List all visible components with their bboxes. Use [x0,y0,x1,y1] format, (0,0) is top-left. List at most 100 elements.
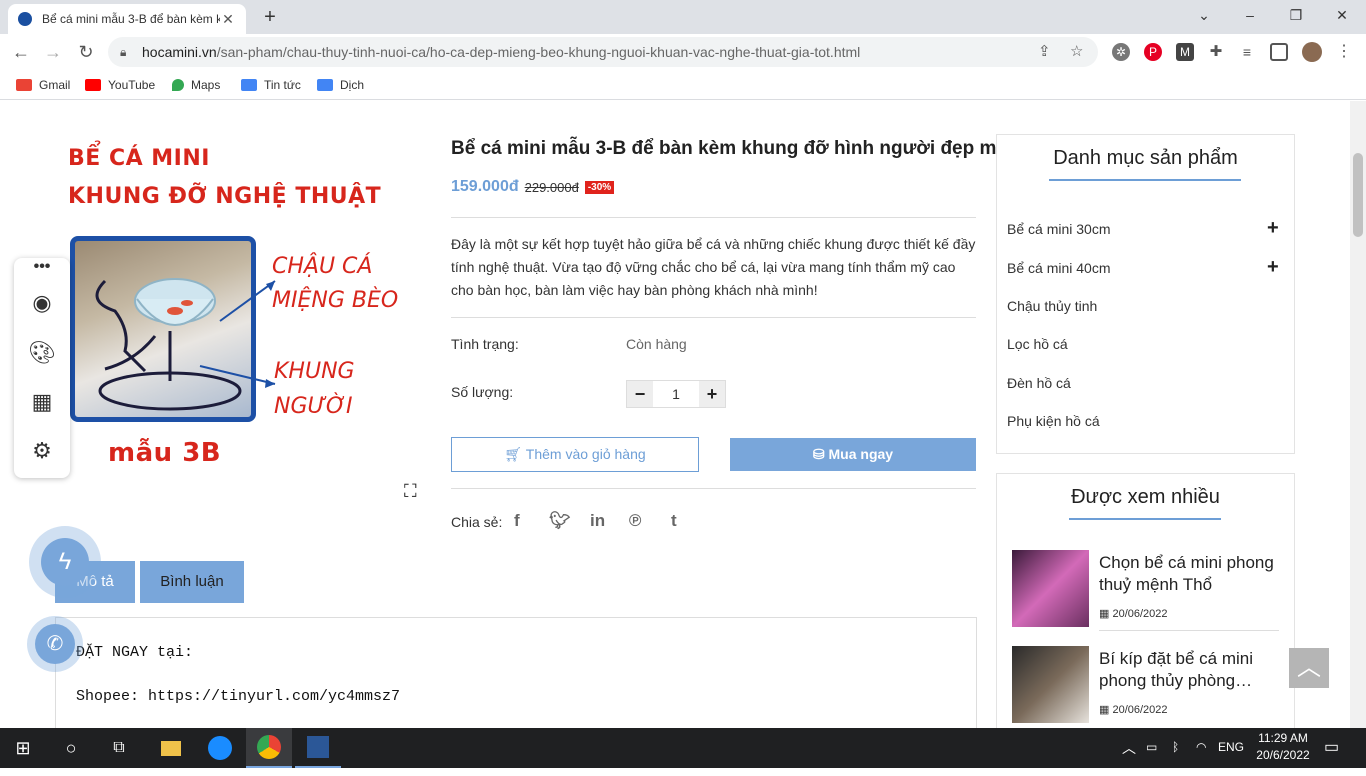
bookmark-maps[interactable]: Maps [172,76,220,94]
windows-start-icon[interactable]: ⊞ [0,728,46,768]
post-thumbnail[interactable] [1012,550,1089,627]
bookmark-star-icon[interactable]: ☆ [1070,37,1083,67]
messenger-button[interactable]: ϟ [29,526,101,598]
battery-icon[interactable]: ▭ [1146,740,1157,754]
tab-comments[interactable]: Bình luận [140,561,244,603]
label-bowl-line1: CHẬU CÁ [272,254,373,279]
grid-layout-icon[interactable]: ▦ [14,389,70,415]
language-indicator[interactable]: ENG [1218,740,1244,754]
page-scrollbar[interactable] [1350,101,1366,728]
scrollbar-thumb[interactable] [1353,153,1363,237]
floating-tools-bar: ••• ◉ 🎨︎ ▦ ⚙ [14,258,70,478]
search-circle-icon[interactable]: ○ [48,728,94,768]
scroll-to-top-button[interactable]: ︿ [1289,648,1329,688]
category-item[interactable]: Đèn hồ cá [1007,375,1071,391]
forward-arrow-icon[interactable]: → [38,37,68,67]
mail-extension-icon[interactable]: M [1176,43,1194,61]
divider [451,488,976,489]
buy-now-label: Mua ngay [828,446,894,462]
media-control-icon[interactable]: ≡ [1238,43,1256,61]
bluetooth-icon[interactable]: ᛒ [1172,740,1179,754]
browser-toolbar: ← → ↻ 🔒︎ hocamini.vn/san-pham/chau-thuy-… [0,34,1366,70]
task-view-icon[interactable]: ⧉ [96,728,142,768]
reload-icon[interactable]: ↻ [71,37,101,67]
cart-icon: 🛒︎ [504,446,523,462]
image-title-line1: BỂ CÁ MINI [68,146,210,171]
post-title[interactable]: Chọn bể cá mini phong thuỷ mệnh Thổ [1099,552,1284,596]
discount-badge: -30% [584,180,615,194]
shopee-link-text[interactable]: Shopee: https://tinyurl.com/yc4mmsz7 [76,688,400,705]
bookmark-news[interactable]: Tin tức [241,76,301,94]
bookmark-translate[interactable]: Dịch [317,76,364,94]
tab-search-chevron-icon[interactable]: ⌄ [1181,0,1227,30]
tab-title: Bể cá mini mẫu 3-B để bàn kèm khung [42,12,220,26]
new-tab-button[interactable]: + [258,4,282,30]
profile-avatar[interactable] [1302,42,1322,62]
show-hidden-icons-chevron-icon[interactable]: ︿ [1122,738,1136,758]
add-to-cart-label: Thêm vào giỏ hàng [525,446,646,462]
twitter-icon[interactable]: 🐦︎ [549,511,571,531]
category-item[interactable]: Chậu thủy tinh [1007,298,1097,314]
bookmark-gmail[interactable]: Gmail [16,76,70,94]
call-button[interactable]: ✆ [27,616,83,672]
increase-quantity-button[interactable]: + [699,381,725,407]
word-icon[interactable] [295,728,341,768]
palette-icon[interactable]: 🎨︎ [14,340,70,366]
quantity-input[interactable]: 1 [653,381,699,407]
side-panel-icon[interactable] [1270,43,1288,61]
back-arrow-icon[interactable]: ← [6,37,36,67]
bookmark-youtube[interactable]: YouTube [85,76,155,94]
description-panel: ĐẶT NGAY tại: Shopee: https://tinyurl.co… [55,617,977,728]
quantity-label: Số lượng: [451,384,514,400]
extension-gear-icon[interactable]: ✲ [1112,43,1130,61]
zalo-icon[interactable] [197,728,243,768]
wifi-icon[interactable]: ◠ [1196,740,1206,754]
browser-tab[interactable]: Bể cá mini mẫu 3-B để bàn kèm khung ✕ [8,4,246,34]
notifications-icon[interactable]: ▭ [1324,737,1339,757]
decrease-quantity-button[interactable]: − [627,381,653,407]
extensions-puzzle-icon[interactable]: ✚ [1207,43,1225,61]
minimize-icon[interactable]: – [1227,0,1273,30]
share-icon[interactable]: ⇪ [1038,37,1051,67]
aquarium-illustration [95,278,242,411]
expand-plus-icon[interactable]: + [1267,217,1279,240]
file-explorer-icon[interactable] [148,728,194,768]
windows-taskbar: ⊞ ○ ⧉ ︿ ▭ ᛒ ◠ ENG 11:29 AM 20/6/2022 ▭ [0,728,1366,768]
clock-date: 20/6/2022 [1256,748,1310,762]
post-title[interactable]: Bí kíp đặt bể cá mini phong thủy phòng… [1099,648,1284,692]
pinterest-extension-icon[interactable]: P [1144,43,1162,61]
facebook-icon[interactable]: f [514,511,520,531]
category-item[interactable]: Bể cá mini 30cm [1007,221,1110,237]
label-bowl-line2: MIỆNG BÈO [272,288,399,313]
product-image[interactable]: BỂ CÁ MINI KHUNG ĐỠ NGHỆ THUẬT CHẬU CÁ M… [60,136,420,476]
linkedin-icon[interactable]: in [590,511,605,531]
maximize-icon[interactable]: ❐ [1273,0,1319,30]
more-dots-icon[interactable]: ••• [14,258,70,276]
pinterest-icon[interactable]: ℗ [629,511,642,531]
expand-plus-icon[interactable]: + [1267,256,1279,279]
eye-icon[interactable]: ◉ [14,290,70,316]
chrome-taskbar-icon[interactable] [246,728,292,768]
close-window-icon[interactable]: ✕ [1319,0,1365,30]
popular-title: Được xem nhiều [1071,486,1220,508]
menu-kebab-icon[interactable]: ⋮ [1335,43,1353,61]
product-description: Đây là một sự kết hợp tuyệt hảo giữa bể … [451,236,976,298]
divider [1099,630,1279,631]
phone-icon: ✆ [35,624,75,664]
address-bar[interactable]: 🔒︎ hocamini.vn/san-pham/chau-thuy-tinh-n… [108,37,1098,67]
category-item[interactable]: Phụ kiện hồ cá [1007,413,1100,429]
url-path: /san-pham/chau-thuy-tinh-nuoi-ca/ho-ca-d… [216,44,861,60]
post-thumbnail[interactable] [1012,646,1089,723]
category-item[interactable]: Lọc hồ cá [1007,336,1068,352]
fullscreen-expand-icon[interactable]: ⛶ [404,481,417,502]
add-to-cart-button[interactable]: 🛒︎ Thêm vào giỏ hàng [451,437,699,472]
buy-now-button[interactable]: ⛁ Mua ngay [730,438,976,471]
post-date-text: 20/06/2022 [1112,608,1168,620]
settings-gears-icon[interactable]: ⚙ [14,438,70,464]
image-model-label: mẫu 3B [108,438,222,468]
category-item[interactable]: Bể cá mini 40cm [1007,260,1110,276]
clock[interactable]: 11:29 AM 20/6/2022 [1255,731,1311,762]
tab-close-icon[interactable]: ✕ [220,11,236,28]
tumblr-icon[interactable]: t [671,511,677,531]
image-title-line2: KHUNG ĐỠ NGHỆ THUẬT [68,184,382,209]
